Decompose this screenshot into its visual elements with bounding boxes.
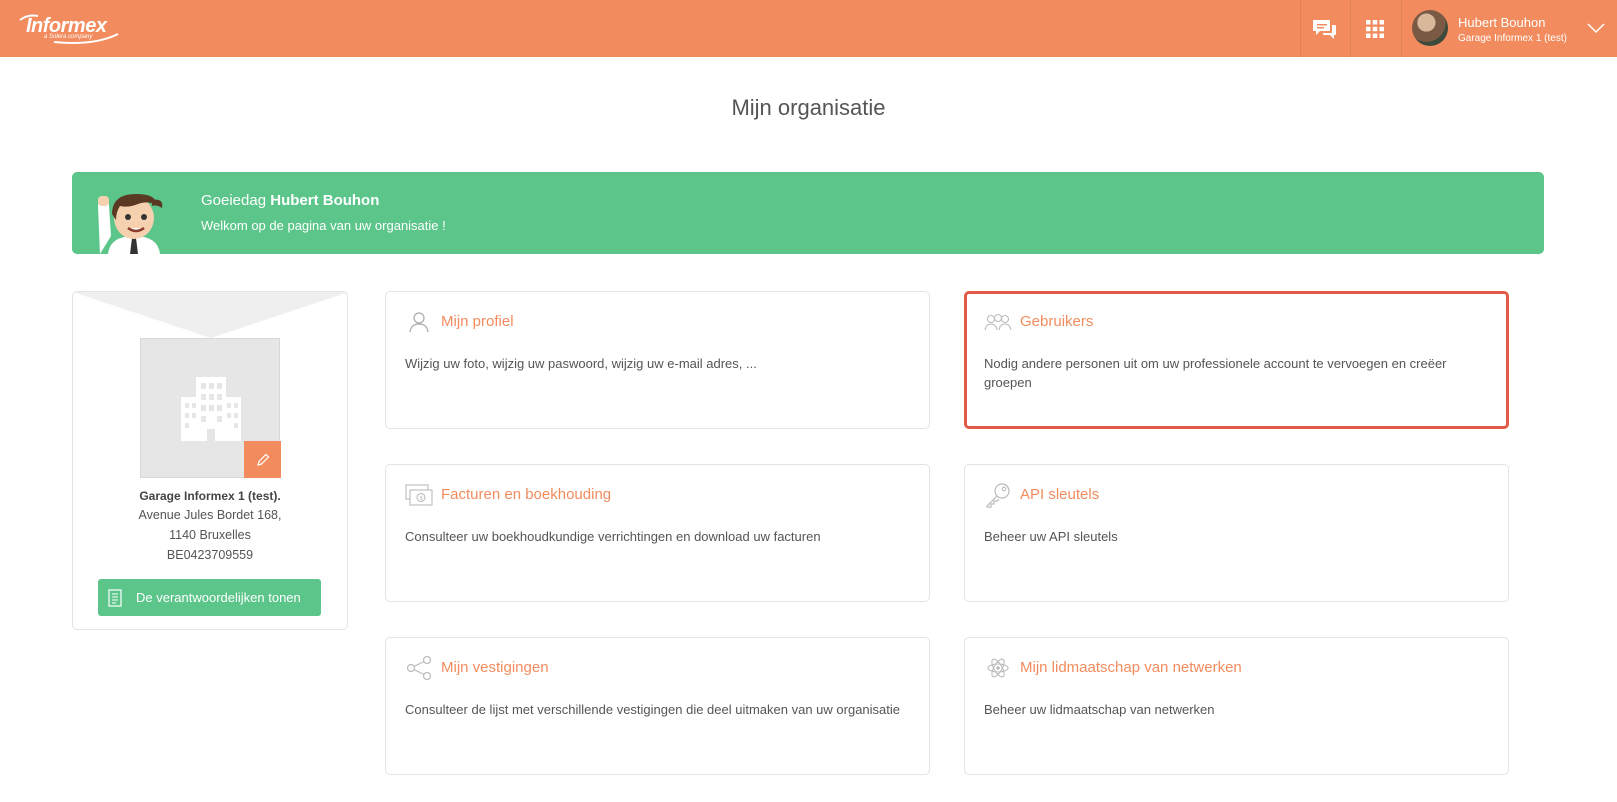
tile-title: Mijn lidmaatschap van netwerken [1020, 659, 1242, 676]
tile-title: Facturen en boekhouding [441, 486, 612, 503]
user-organisation[interactable]: Garage Informex 1 (test) [1458, 33, 1567, 44]
tile-title: Mijn vestigingen [441, 659, 549, 676]
tile-description: Wijzig uw foto, wijzig uw paswoord, wijz… [405, 356, 757, 371]
edit-logo-button[interactable] [244, 441, 281, 478]
tile-description: Beheer uw API sleutels [984, 529, 1118, 544]
toolbar-divider [1401, 0, 1402, 57]
tile-description: Nodig andere personen uit om uw professi… [984, 356, 1447, 390]
tile-api-keys[interactable]: API sleutels Beheer uw API sleutels [964, 464, 1509, 602]
users-icon [983, 309, 1013, 335]
tile-description: Beheer uw lidmaatschap van netwerken [984, 702, 1215, 717]
atom-network-icon [983, 655, 1013, 681]
apps-grid-button[interactable] [1351, 0, 1399, 57]
show-responsibles-button[interactable]: De verantwoordelijken tonen [98, 579, 321, 616]
welcome-banner: Goeiedag Hubert Bouhon Welkom op de pagi… [72, 172, 1544, 254]
top-bar: Informex a Solera company Hubert Bouhon … [0, 0, 1617, 57]
tile-my-branches[interactable]: Mijn vestigingen Consulteer de lijst met… [385, 637, 930, 775]
informex-logo[interactable]: Informex a Solera company [14, 10, 124, 46]
chat-button[interactable] [1301, 0, 1349, 57]
tile-network-memberships[interactable]: Mijn lidmaatschap van netwerken Beheer u… [964, 637, 1509, 775]
svg-text:$: $ [419, 495, 423, 502]
user-icon [404, 309, 434, 335]
key-icon [983, 482, 1013, 508]
tile-users[interactable]: Gebruikers Nodig andere personen uit om … [964, 291, 1509, 429]
chat-bubbles-icon [1313, 19, 1336, 39]
organisation-address-line2: 1140 Bruxelles [169, 528, 251, 542]
greeting-name: Hubert Bouhon [270, 192, 380, 209]
logo-subtitle: a Solera company [44, 34, 93, 40]
tile-title: Gebruikers [1020, 313, 1094, 330]
organisation-logo-placeholder [140, 338, 281, 478]
page-title: Mijn organisatie [731, 95, 886, 120]
chevron-down-icon[interactable] [1586, 20, 1606, 36]
avatar[interactable] [1412, 10, 1448, 46]
share-nodes-icon [404, 655, 434, 681]
tile-title: API sleutels [1020, 486, 1100, 503]
organisation-card: Garage Informex 1 (test). Avenue Jules B… [72, 291, 348, 630]
tile-my-profile[interactable]: Mijn profiel Wijzig uw foto, wijzig uw p… [385, 291, 930, 429]
greeting-prefix: Goeiedag [201, 192, 267, 209]
show-responsibles-label: De verantwoordelijken tonen [136, 590, 301, 605]
mascot-illustration-icon [98, 194, 163, 254]
tile-description: Consulteer de lijst met verschillende ve… [405, 702, 900, 717]
invoice-icon: $ [404, 482, 434, 508]
document-list-icon [108, 588, 122, 607]
grid-icon [1366, 19, 1384, 38]
organisation-vat-number: BE0423709559 [166, 548, 254, 562]
organisation-name: Garage Informex 1 (test). [139, 489, 281, 503]
greeting: Goeiedag Hubert Bouhon [201, 192, 379, 209]
welcome-message: Welkom op de pagina van uw organisatie ! [201, 218, 446, 233]
envelope-flap-decoration [73, 292, 347, 338]
tile-invoices-accounting[interactable]: $ Facturen en boekhouding Consulteer uw … [385, 464, 930, 602]
pencil-icon [256, 453, 269, 466]
tile-description: Consulteer uw boekhoudkundige verrichtin… [405, 529, 821, 544]
user-name[interactable]: Hubert Bouhon [1458, 15, 1545, 30]
tile-title: Mijn profiel [441, 313, 514, 330]
organisation-address-line1: Avenue Jules Bordet 168, [138, 508, 282, 522]
